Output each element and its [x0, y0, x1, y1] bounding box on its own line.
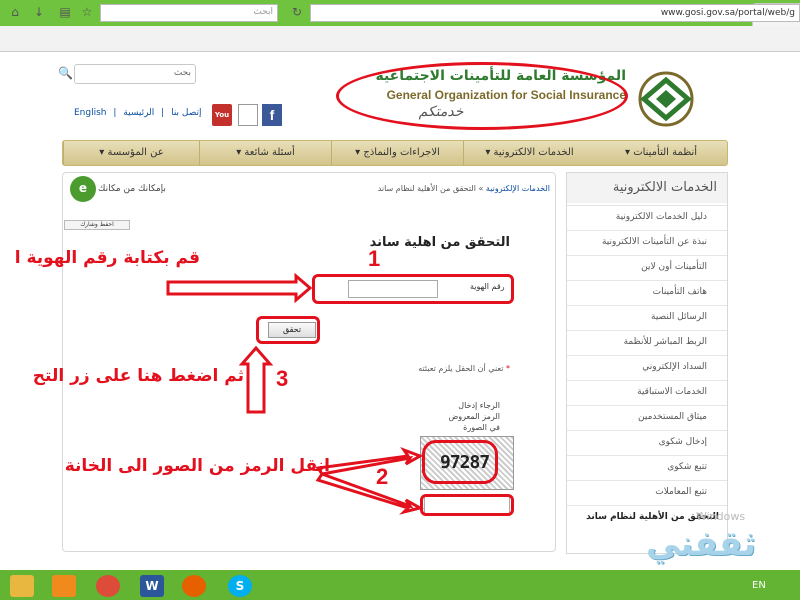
- home-icon[interactable]: ⌂: [8, 5, 22, 19]
- menu-label: أسئلة شائعة: [244, 147, 295, 158]
- youtube-icon[interactable]: You Tube: [212, 104, 232, 141]
- required-star: *: [506, 364, 510, 373]
- avast-icon[interactable]: [52, 575, 76, 597]
- reload-icon[interactable]: ↻: [290, 5, 304, 19]
- gosi-logo-icon: [638, 71, 694, 127]
- sidebar-item[interactable]: تتبع المعاملات: [567, 480, 727, 505]
- share-button[interactable]: احفظ وشارك: [64, 220, 130, 230]
- breadcrumb-link-eservices[interactable]: الخدمات الإلكترونية: [486, 184, 550, 193]
- clipboard-icon[interactable]: ▤: [58, 5, 72, 19]
- sidebar-item[interactable]: الخدمات الاستباقية: [567, 380, 727, 405]
- page-title: التحقق من اهلية ساند: [369, 235, 510, 250]
- egosi-tagline: بإمكانك من مكانك: [98, 184, 166, 194]
- captcha-input-highlight: [420, 494, 514, 516]
- menu-item-about[interactable]: عن المؤسسة ▾: [63, 141, 199, 165]
- site-watermark: ثقفني: [646, 524, 756, 564]
- word-icon[interactable]: W: [140, 575, 164, 597]
- address-bar[interactable]: www.gosi.gov.sa/portal/web/g: [310, 4, 800, 22]
- menu-item-procedures[interactable]: الاجراءات والنماذج ▾: [331, 141, 463, 165]
- id-field-highlight: [312, 274, 514, 304]
- site-search-input[interactable]: بحث: [74, 64, 196, 84]
- sidebar-item[interactable]: دليل الخدمات الالكترونية: [567, 205, 727, 230]
- sidebar-item[interactable]: التأمينات أون لاين: [567, 255, 727, 280]
- english-link[interactable]: English: [74, 108, 107, 118]
- captcha-label: الرجاء إدخال الرمز المعروض في الصورة: [448, 401, 500, 432]
- required-note: * تعني أن الحقل يلزم تعبئته: [380, 364, 510, 373]
- step1-instruction: قم بكتابة رقم الهوية ا: [14, 248, 200, 268]
- sidebar-item[interactable]: هاتف التأمينات: [567, 280, 727, 305]
- sidebar-item[interactable]: الربط المباشر للأنظمة: [567, 330, 727, 355]
- step2-instruction: انقل الرمز من الصور الى الخانة: [64, 456, 330, 476]
- step3-instruction: ثم اضغط هنا على زر التح: [32, 366, 244, 386]
- menu-item-insurance-systems[interactable]: أنظمة التأمينات ▾: [595, 141, 727, 165]
- menu-label: الاجراءات والنماذج: [363, 147, 440, 158]
- home-link[interactable]: الرئيسية: [123, 108, 154, 118]
- contact-link[interactable]: إتصل بنا: [171, 108, 201, 118]
- verify-button-highlight: [256, 316, 320, 344]
- chrome-icon[interactable]: [96, 575, 120, 597]
- document-icon[interactable]: [238, 104, 258, 126]
- taskbar: [0, 570, 800, 600]
- step3-number: 3: [276, 366, 289, 391]
- firefox-icon[interactable]: [182, 575, 206, 597]
- menu-label: أنظمة التأمينات: [633, 147, 698, 158]
- sidebar-item[interactable]: الرسائل النصية: [567, 305, 727, 330]
- required-note-text: تعني أن الحقل يلزم تعبئته: [418, 364, 504, 373]
- star-icon[interactable]: ☆: [80, 5, 94, 19]
- sidebar-item[interactable]: إدخال شكوى: [567, 430, 727, 455]
- sidebar-item[interactable]: ميثاق المستخدمين: [567, 405, 727, 430]
- menu-label: الخدمات الالكترونية: [493, 147, 574, 158]
- browser-toolbar: [0, 26, 800, 52]
- main-menu: أنظمة التأمينات ▾ الخدمات الالكترونية ▾ …: [62, 140, 728, 166]
- menu-item-eservices[interactable]: الخدمات الالكترونية ▾: [463, 141, 595, 165]
- link-separator: |: [161, 108, 165, 118]
- breadcrumb: الخدمات الإلكترونية » التحقق من الأهلية …: [300, 184, 550, 193]
- skype-icon[interactable]: S: [228, 575, 252, 597]
- egosi-logo-icon: e: [70, 176, 96, 202]
- menu-item-faq[interactable]: أسئلة شائعة ▾: [199, 141, 331, 165]
- download-icon[interactable]: ↓: [32, 5, 46, 19]
- link-separator: |: [113, 108, 117, 118]
- browser-search-input[interactable]: ابحث: [100, 4, 278, 22]
- captcha-code-highlight: [422, 440, 498, 484]
- step1-number: 1: [368, 246, 381, 271]
- breadcrumb-separator: »: [475, 184, 486, 193]
- step2-number: 2: [376, 464, 389, 489]
- header-links: English | إتصل بنا | الرئيسية: [72, 108, 204, 122]
- sidebar-title: الخدمات الالكترونية: [567, 173, 727, 203]
- folder-icon[interactable]: [10, 575, 34, 597]
- sidebar: الخدمات الالكترونية دليل الخدمات الالكتر…: [566, 172, 728, 554]
- facebook-icon[interactable]: f: [262, 104, 282, 126]
- sidebar-item[interactable]: السداد الإلكتروني: [567, 355, 727, 380]
- sidebar-item[interactable]: نبذة عن التأمينات الالكترونية: [567, 230, 727, 255]
- menu-label: عن المؤسسة: [107, 147, 164, 158]
- site-search-icon[interactable]: 🔍: [58, 66, 73, 80]
- logo-highlight-ellipse: [336, 62, 628, 130]
- tray-language[interactable]: EN: [752, 580, 766, 591]
- sidebar-item[interactable]: تتبع شكوى: [567, 455, 727, 480]
- windows-activation-text: Windows: [696, 510, 746, 523]
- breadcrumb-current: التحقق من الأهلية لنظام ساند: [377, 184, 476, 193]
